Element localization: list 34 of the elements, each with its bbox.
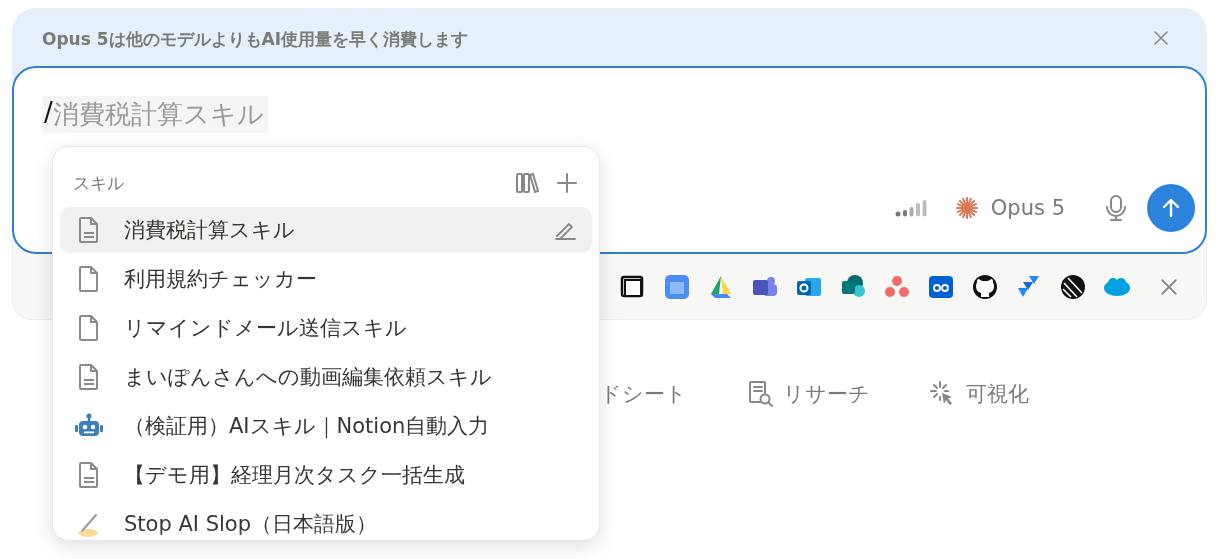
arrow-up-icon — [1160, 197, 1182, 219]
microphone-icon[interactable] — [1105, 194, 1127, 222]
skill-item[interactable]: 利用規約チェッカー — [60, 256, 592, 302]
close-icon[interactable] — [1160, 277, 1178, 296]
suggestion-chip[interactable]: ドシート — [600, 380, 687, 408]
library-icon[interactable] — [515, 172, 539, 194]
striped-circle-icon[interactable] — [1059, 272, 1087, 301]
close-icon[interactable] — [1153, 30, 1169, 46]
document-icon — [78, 363, 100, 391]
skill-item[interactable]: リマインドメール送信スキル — [60, 305, 592, 351]
send-button[interactable] — [1147, 184, 1195, 232]
document-icon — [78, 461, 100, 489]
document-icon — [78, 216, 100, 244]
cat-logo-icon[interactable] — [971, 272, 999, 301]
notice-text: Opus 5は他のモデルよりもAI使用量を早く消費します — [42, 28, 469, 51]
robot-icon — [75, 413, 103, 439]
skill-item[interactable]: Stop AI Slop（日本語版） — [60, 501, 592, 540]
document-icon — [78, 314, 100, 342]
command-slash: / — [44, 97, 53, 129]
skill-item[interactable]: （検証用）AIスキル｜Notion自動入力 — [60, 403, 592, 449]
suggestion-chip[interactable]: リサーチ — [747, 380, 870, 408]
suggestion-chip[interactable]: 可視化 — [930, 380, 1029, 408]
sparkle-icon — [954, 196, 979, 220]
document-icon — [78, 265, 100, 293]
plus-icon[interactable] — [557, 173, 577, 193]
skill-query: 消費税計算スキル — [52, 98, 264, 131]
skill-item[interactable]: 【デモ用】経理月次タスク一括生成 — [60, 452, 592, 498]
skill-item[interactable]: 消費税計算スキル — [60, 207, 592, 253]
document-search-icon — [747, 380, 773, 408]
edit-icon[interactable] — [554, 220, 576, 240]
model-selector[interactable]: Opus 5 — [954, 196, 1065, 220]
signal-icon[interactable] — [894, 199, 929, 217]
menu-heading: スキル — [73, 171, 124, 195]
skill-item[interactable]: まいぽんさんへの動画編集依頼スキル — [60, 354, 592, 400]
